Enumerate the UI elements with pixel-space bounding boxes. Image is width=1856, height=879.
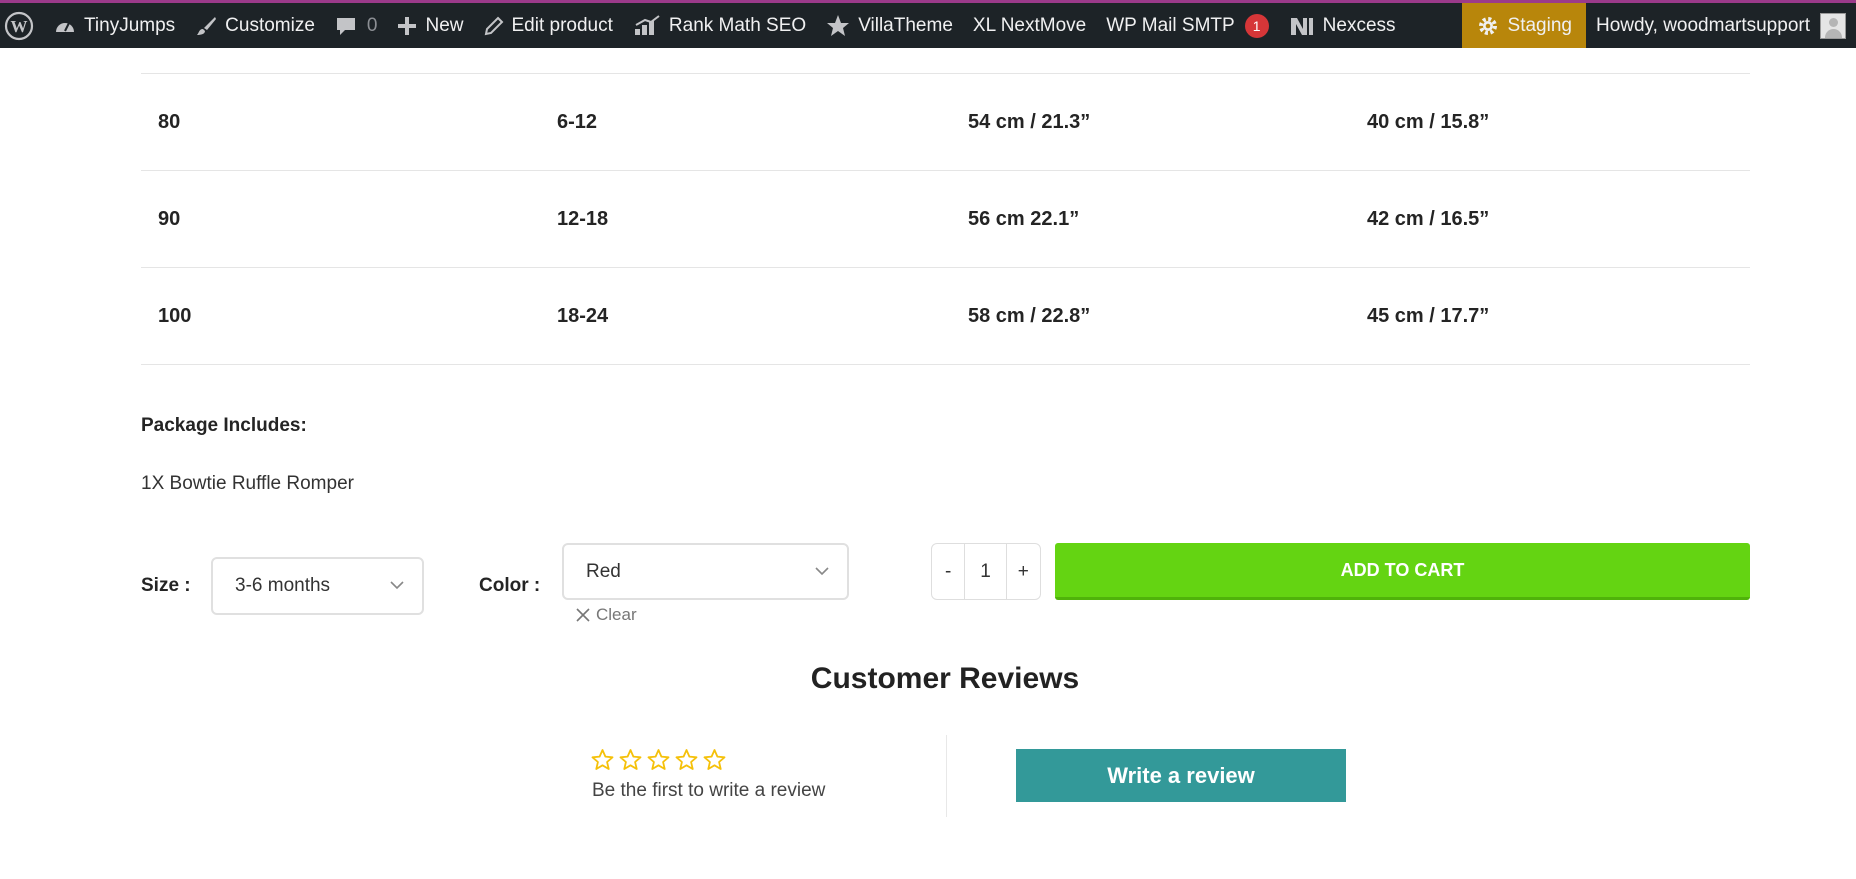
my-account-menu[interactable]: Howdy, woodmartsupport <box>1586 3 1856 48</box>
gear-icon <box>1478 16 1497 35</box>
add-to-cart-button[interactable]: ADD TO CART <box>1055 543 1750 600</box>
notification-badge: 1 <box>1244 13 1269 38</box>
package-item: 1X Bowtie Ruffle Romper <box>141 473 354 494</box>
table-cell: 100 <box>158 304 192 327</box>
comment-icon <box>336 17 355 35</box>
customize-link[interactable]: Customize <box>185 3 325 48</box>
staging-menu[interactable]: Staging <box>1461 3 1586 48</box>
size-label: Size : <box>141 575 191 596</box>
customize-label: Customize <box>225 14 315 36</box>
paintbrush-icon <box>197 16 217 35</box>
size-select[interactable]: 3-6 months <box>211 557 424 615</box>
first-review-prompt: Be the first to write a review <box>592 780 826 801</box>
star-outline-icon <box>619 749 642 770</box>
new-label: New <box>425 14 464 36</box>
write-review-button[interactable]: Write a review <box>1016 749 1346 802</box>
nexcess-icon <box>1290 17 1313 35</box>
svg-text:W: W <box>11 17 28 36</box>
staging-label: Staging <box>1507 14 1572 36</box>
wp-mail-smtp-menu[interactable]: WP Mail SMTP 1 <box>1096 3 1278 48</box>
plus-icon <box>398 16 417 35</box>
wordpress-icon: W <box>4 11 34 40</box>
close-icon <box>576 608 590 622</box>
table-row: 100 18-24 58 cm / 22.8” 45 cm / 17.7” <box>141 268 1750 365</box>
quantity-input[interactable]: 1 <box>965 544 1007 599</box>
dashboard-icon <box>56 22 74 32</box>
quantity-minus-button[interactable]: - <box>932 544 966 599</box>
color-select[interactable]: Red <box>562 543 849 600</box>
chevron-down-icon <box>390 581 404 590</box>
star-outline-icon <box>647 749 670 770</box>
wp-mail-smtp-label: WP Mail SMTP <box>1106 14 1235 36</box>
table-row: 80 6-12 54 cm / 21.3” 40 cm / 15.8” <box>141 74 1750 171</box>
clear-label: Clear <box>596 605 637 624</box>
xl-nextmove-menu[interactable]: XL NextMove <box>963 3 1096 48</box>
edit-product-link[interactable]: Edit product <box>474 3 623 48</box>
divider <box>946 735 947 817</box>
table-cell: 80 <box>158 110 181 133</box>
nexcess-menu[interactable]: Nexcess <box>1279 3 1406 48</box>
table-cell: 18-24 <box>557 304 609 327</box>
comments-link[interactable]: 0 <box>325 3 388 48</box>
star-rating <box>590 748 730 772</box>
villatheme-menu[interactable]: VillaTheme <box>816 3 963 48</box>
star-outline-icon <box>591 749 614 770</box>
rank-math-icon <box>634 14 660 35</box>
table-cell: 90 <box>158 207 181 230</box>
star-icon <box>827 14 850 36</box>
color-label: Color : <box>479 575 541 596</box>
package-includes-heading: Package Includes: <box>141 415 307 436</box>
nexcess-label: Nexcess <box>1322 14 1396 36</box>
quantity-stepper: - 1 + <box>931 543 1041 600</box>
edit-product-label: Edit product <box>511 14 613 36</box>
site-name-menu[interactable]: TinyJumps <box>44 3 185 48</box>
table-cell: 42 cm / 16.5” <box>1367 207 1490 230</box>
size-chart-table: 80 6-12 54 cm / 21.3” 40 cm / 15.8” 90 1… <box>141 48 1750 365</box>
table-row: 90 12-18 56 cm 22.1” 42 cm / 16.5” <box>141 171 1750 268</box>
avatar <box>1820 12 1846 39</box>
chevron-down-icon <box>815 566 829 575</box>
rank-math-label: Rank Math SEO <box>668 14 807 36</box>
table-cell: 45 cm / 17.7” <box>1367 304 1490 327</box>
star-outline-icon <box>675 749 698 770</box>
new-content-menu[interactable]: New <box>387 3 473 48</box>
villatheme-label: VillaTheme <box>858 14 953 36</box>
pencil-icon <box>484 16 503 35</box>
table-cell: 40 cm / 15.8” <box>1367 110 1490 133</box>
site-name-label: TinyJumps <box>84 14 176 36</box>
admin-bar: W TinyJumps Customize 0 New Edit product… <box>0 0 1856 48</box>
table-cell: 12-18 <box>557 207 609 230</box>
clear-variations-link[interactable]: Clear <box>576 605 637 625</box>
comments-count: 0 <box>366 14 378 36</box>
rank-math-menu[interactable]: Rank Math SEO <box>623 3 816 48</box>
table-cell: 58 cm / 22.8” <box>968 304 1091 327</box>
quantity-plus-button[interactable]: + <box>1007 544 1040 599</box>
table-cell: 54 cm / 21.3” <box>968 110 1091 133</box>
size-select-value: 3-6 months <box>235 575 331 596</box>
customer-reviews-heading: Customer Reviews <box>810 662 1080 695</box>
star-outline-icon <box>703 749 726 770</box>
table-cell: 6-12 <box>557 110 598 133</box>
color-select-value: Red <box>586 560 621 582</box>
wordpress-logo-menu[interactable]: W <box>0 3 44 48</box>
table-cell: 56 cm 22.1” <box>968 207 1080 230</box>
howdy-label: Howdy, woodmartsupport <box>1595 14 1810 36</box>
xl-nextmove-label: XL NextMove <box>972 14 1087 36</box>
